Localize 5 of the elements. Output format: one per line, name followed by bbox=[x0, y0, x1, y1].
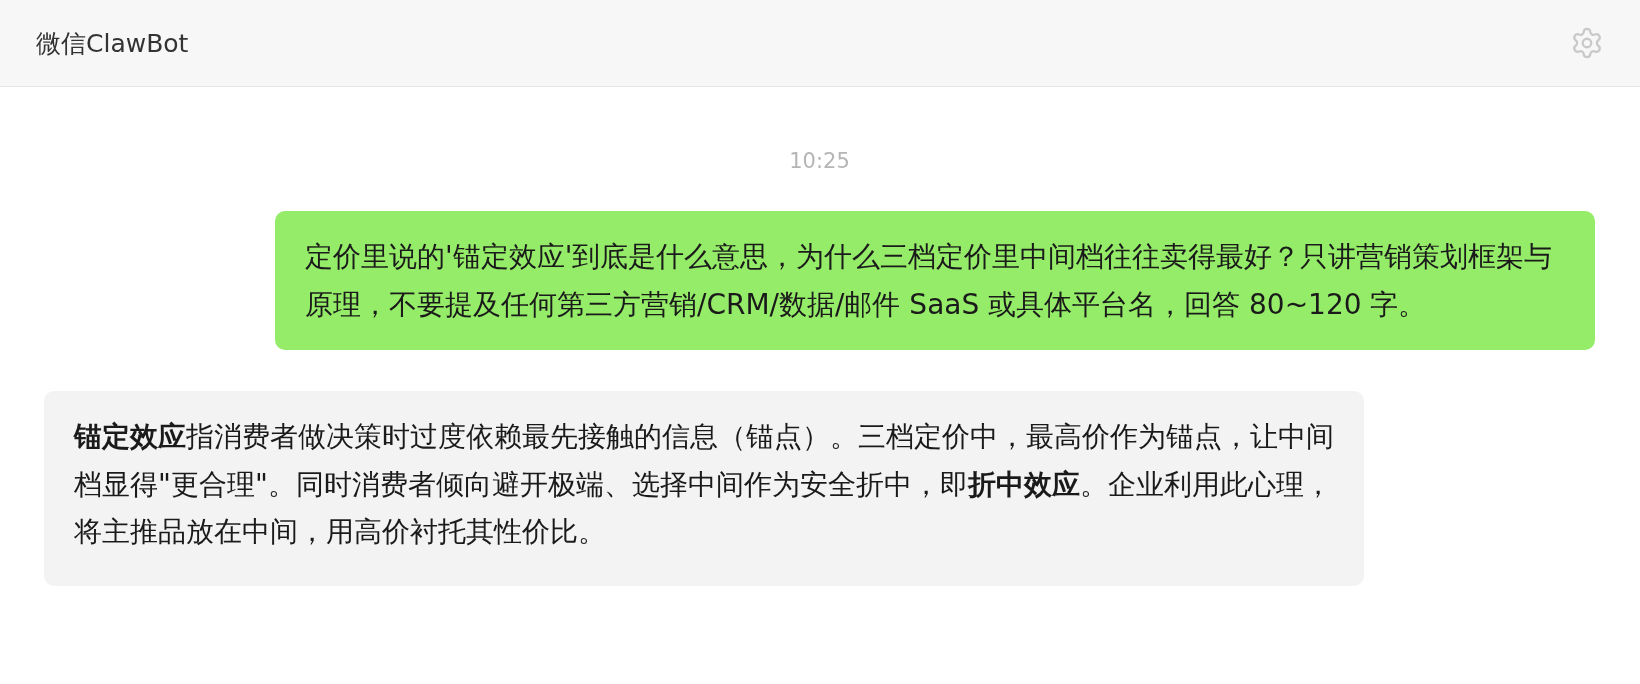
chat-title: 微信ClawBot bbox=[36, 27, 189, 60]
settings-icon[interactable] bbox=[1570, 26, 1604, 60]
message-time: 10:25 bbox=[789, 149, 850, 174]
received-message-bubble: 锚定效应指消费者做决策时过度依赖最先接触的信息（锚点）。三档定价中，最高价作为锚点，让中间档显得"更合理"。同时消费者倾向避开极端、选择中间作为安全折中，即折中效应。企业利用此心理，将主推品放在中间，用高价衬托其性价比。 bbox=[44, 391, 1364, 586]
sent-message-bubble: 定价里说的'锚定效应'到底是什么意思，为什么三档定价里中间档往往卖得最好？只讲营销策划框架与原理，不要提及任何第三方营销/CRM/数据/邮件 SaaS 或具体平台名，回答 80~120 字。 bbox=[275, 211, 1595, 351]
